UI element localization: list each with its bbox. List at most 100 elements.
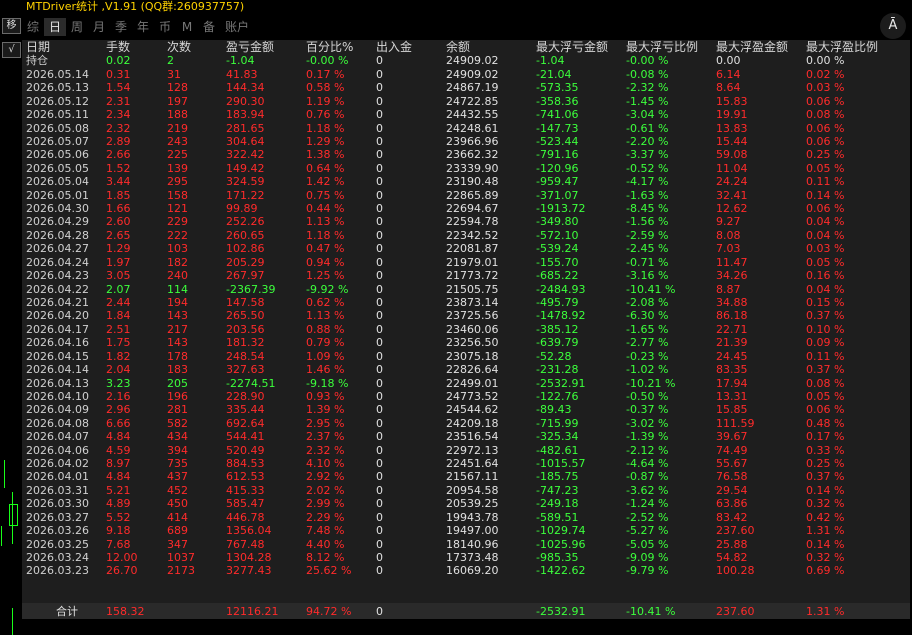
cell-col-1: 26.70 xyxy=(106,564,138,578)
tab-0[interactable]: 综 xyxy=(22,18,44,36)
cell-col-10: 0.25 % xyxy=(806,457,845,471)
cell-col-3: 290.30 xyxy=(226,94,265,108)
cell-col-8: -1.65 % xyxy=(626,322,669,336)
cell-col-4: 0.94 % xyxy=(306,255,345,269)
cell-col-6: 23662.32 xyxy=(446,148,499,162)
chart-candle xyxy=(4,460,5,488)
cell-col-3: 281.65 xyxy=(226,121,265,135)
cell-col-7: -747.23 xyxy=(536,483,579,497)
cell-col-8: -0.50 % xyxy=(626,389,669,403)
tab-7[interactable]: M xyxy=(176,18,198,36)
cell-col-8: -0.61 % xyxy=(626,121,669,135)
cell-col-4: 百分比% xyxy=(306,40,354,54)
cell-col-6: 23725.56 xyxy=(446,309,499,323)
cell-col-3: 99.89 xyxy=(226,202,258,216)
table-row: 2026.05.06 2.66 225 322.42 1.38 % 0 23662.32 -7… xyxy=(22,148,910,161)
cell-col-1: 0.02 xyxy=(106,54,131,68)
cell-col-9: 15.83 xyxy=(716,94,748,108)
cell-col-9: 8.08 xyxy=(716,228,741,242)
cell-col-4: 2.37 % xyxy=(306,430,345,444)
cell-col-0: 2026.05.08 xyxy=(26,121,89,135)
cell-col-7: -572.10 xyxy=(536,228,579,242)
tab-4[interactable]: 季 xyxy=(110,18,132,36)
cell-col-1: 2.34 xyxy=(106,108,131,122)
cell-col-9: 15.44 xyxy=(716,134,748,148)
table-row: 2026.04.07 4.84 434 544.41 2.37 % 0 23516.54 -3… xyxy=(22,430,910,443)
cell-col-5: 0 xyxy=(376,430,383,444)
cell-col-4: 0.47 % xyxy=(306,242,345,256)
cell-col-2: 582 xyxy=(167,416,188,430)
cell-col-8: -2.20 % xyxy=(626,134,669,148)
cell-col-0: 2026.04.06 xyxy=(26,443,89,457)
cell-col-2: 414 xyxy=(167,510,188,524)
cell-col-9: 15.85 xyxy=(716,403,748,417)
cell-col-0: 2026.04.15 xyxy=(26,349,89,363)
table-row: 2026.04.17 2.51 217 203.56 0.88 % 0 23460.06 -3… xyxy=(22,323,910,336)
cell-col-6: 余额 xyxy=(446,40,471,54)
cell-col-5: 0 xyxy=(376,282,383,296)
cell-col-10: 0.10 % xyxy=(806,322,845,336)
table-row: 2026.05.01 1.85 158 171.22 0.75 % 0 22865.89 -3… xyxy=(22,189,910,202)
cell-col-3: 183.94 xyxy=(226,108,265,122)
table-row: 2026.03.23 26.70 2173 3277.43 25.62 % 0 16069.… xyxy=(22,564,910,577)
cell-col-10: 0.25 % xyxy=(806,148,845,162)
cell-col-2: 222 xyxy=(167,228,188,242)
cell-col-2: 735 xyxy=(167,457,188,471)
cell-col-0: 2026.04.29 xyxy=(26,215,89,229)
cell-col-7: -120.96 xyxy=(536,161,579,175)
move-button[interactable]: 移 xyxy=(2,18,21,34)
cell-col-2: 281 xyxy=(167,403,188,417)
cell-col-9: 19.91 xyxy=(716,108,748,122)
table-row: 2026.03.30 4.89 450 585.47 2.99 % 0 20539.25 -2… xyxy=(22,497,910,510)
font-icon[interactable]: Ā xyxy=(880,13,906,39)
cell-col-9: 83.42 xyxy=(716,510,748,524)
cell-col-8: -5.05 % xyxy=(626,537,669,551)
cell-col-3: 884.53 xyxy=(226,457,265,471)
table-row: 2026.04.21 2.44 194 147.58 0.62 % 0 23873.14 -4… xyxy=(22,296,910,309)
cell-col-7: -1478.92 xyxy=(536,309,586,323)
cell-col-5: 0 xyxy=(376,309,383,323)
cell-col-3: 3277.43 xyxy=(226,564,272,578)
tab-8[interactable]: 备 xyxy=(198,18,220,36)
cell-col-4: 1.13 % xyxy=(306,215,345,229)
cell-col-5: 0 xyxy=(376,457,383,471)
cell-col-1: 1.97 xyxy=(106,255,131,269)
tab-1[interactable]: 日 xyxy=(44,18,66,36)
cell-col-1: 2.44 xyxy=(106,295,131,309)
cell-col-10: 0.17 % xyxy=(806,430,845,444)
cell-col-1: 4.59 xyxy=(106,443,131,457)
table-row: 2026.03.31 5.21 452 415.33 2.02 % 0 20954.58 -7… xyxy=(22,484,910,497)
cell-col-8: -0.37 % xyxy=(626,403,669,417)
cell-col-6: 22342.52 xyxy=(446,228,499,242)
cell-col-5: 0 xyxy=(376,389,383,403)
cell-col-8: -1.56 % xyxy=(626,215,669,229)
tab-2[interactable]: 周 xyxy=(66,18,88,36)
cell-col-0: 2026.04.10 xyxy=(26,389,89,403)
cell-col-6: 21979.01 xyxy=(446,255,499,269)
cell-col-10: 0.32 % xyxy=(806,497,845,511)
cell-col-6: 21567.11 xyxy=(446,470,499,484)
cell-col-4: 7.48 % xyxy=(306,524,345,538)
cell-col-4: 0.17 % xyxy=(306,67,345,81)
cell-col-6: 23460.06 xyxy=(446,322,499,336)
cell-col-9: 24.45 xyxy=(716,349,748,363)
cell-col-5: 0 xyxy=(376,403,383,417)
cell-col-5: 0 xyxy=(376,215,383,229)
cell-col-4: 4.10 % xyxy=(306,457,345,471)
cell-col-4: 2.02 % xyxy=(306,483,345,497)
cell-col-5: 0 xyxy=(376,94,383,108)
cell-col-6: 22451.64 xyxy=(446,457,499,471)
cell-col-8: -10.41 % xyxy=(626,282,676,296)
check-button[interactable]: √ xyxy=(2,42,21,58)
cell-col-2: 182 xyxy=(167,255,188,269)
cell-col-8: -10.21 % xyxy=(626,376,676,390)
tab-5[interactable]: 年 xyxy=(132,18,154,36)
cell-col-1: 7.68 xyxy=(106,537,131,551)
tab-6[interactable]: 币 xyxy=(154,18,176,36)
cell-col-3: -2367.39 xyxy=(226,282,276,296)
tab-3[interactable]: 月 xyxy=(88,18,110,36)
tab-9[interactable]: 账户 xyxy=(220,18,254,36)
cell-col-0: 2026.03.31 xyxy=(26,483,89,497)
cell-col-1: 4.84 xyxy=(106,470,131,484)
cell-col-5: 0 xyxy=(376,67,383,81)
